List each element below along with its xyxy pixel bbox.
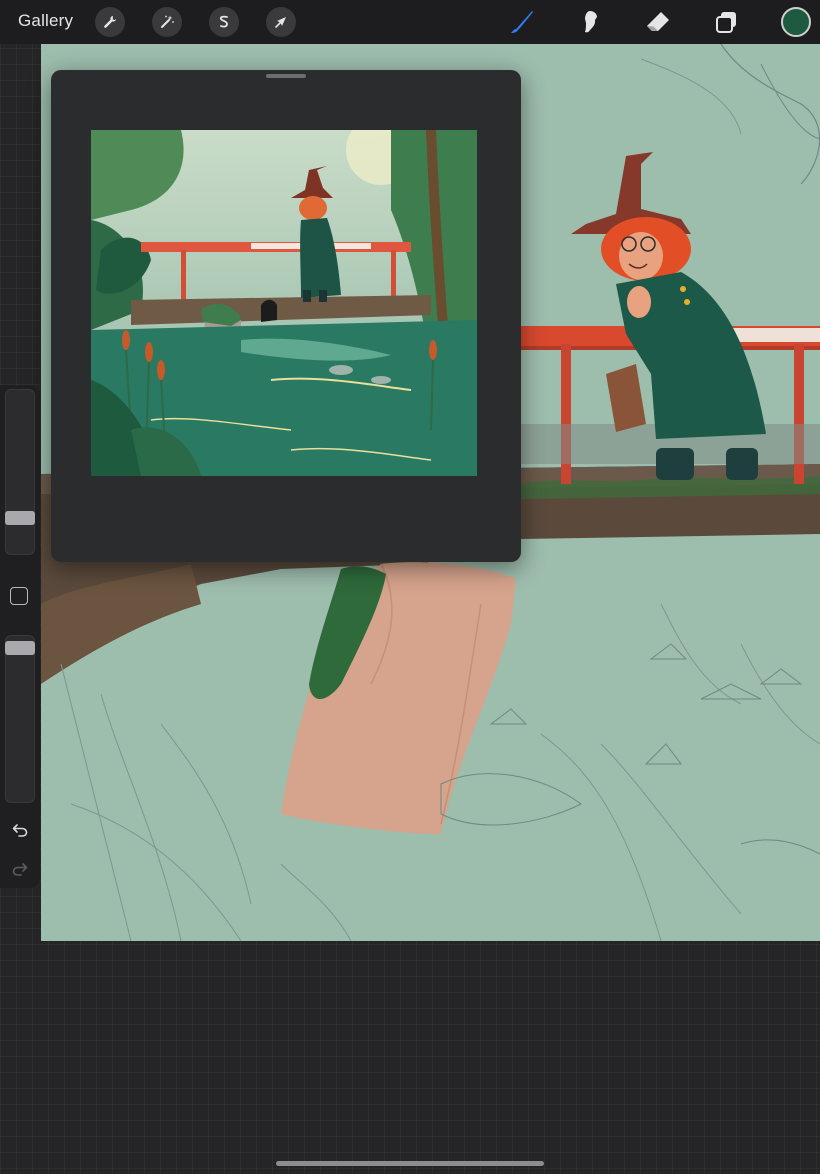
brush-size-thumb[interactable]	[5, 510, 35, 525]
layers-icon	[716, 12, 736, 33]
reference-drag-handle[interactable]	[266, 74, 306, 78]
smudge-icon	[585, 11, 597, 33]
modifier-button[interactable]	[10, 587, 28, 605]
redo-button[interactable]	[8, 857, 32, 881]
top-toolbar: Gallery	[0, 0, 820, 44]
left-sidebar	[0, 385, 40, 888]
undo-button[interactable]	[8, 818, 32, 842]
transform-button[interactable]	[266, 7, 296, 37]
home-indicator[interactable]	[276, 1161, 544, 1166]
transform-arrow-icon	[275, 17, 286, 28]
redo-icon	[12, 863, 28, 876]
brush-icon	[511, 11, 533, 33]
undo-icon	[12, 824, 28, 837]
eraser-tool[interactable]	[642, 6, 674, 38]
brush-size-slider[interactable]	[5, 389, 35, 555]
smudge-tool[interactable]	[574, 6, 606, 38]
selection-button[interactable]	[209, 7, 239, 37]
selection-icon	[219, 15, 228, 28]
paint-tool[interactable]	[506, 6, 538, 38]
reference-image	[91, 130, 477, 476]
wrench-icon	[104, 16, 116, 28]
adjustments-button[interactable]	[152, 7, 182, 37]
opacity-thumb[interactable]	[5, 641, 35, 656]
color-picker-button[interactable]	[781, 7, 811, 37]
gallery-button[interactable]: Gallery	[18, 11, 73, 31]
eraser-icon	[647, 12, 669, 31]
reference-window[interactable]	[51, 70, 521, 562]
actions-button[interactable]	[95, 7, 125, 37]
opacity-slider[interactable]	[5, 635, 35, 803]
magic-wand-icon	[161, 15, 174, 28]
layers-tool[interactable]	[711, 6, 743, 38]
reference-artwork	[91, 130, 477, 476]
